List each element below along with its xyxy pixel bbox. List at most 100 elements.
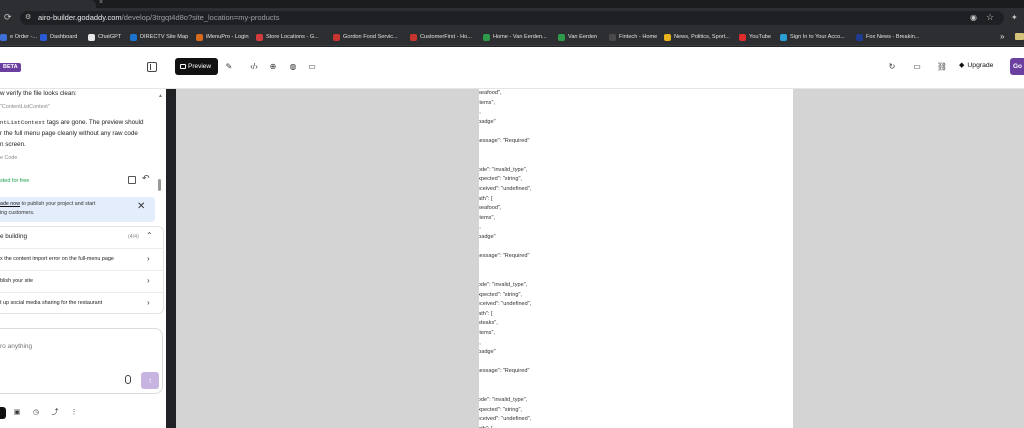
chevron-right-icon: › bbox=[147, 254, 150, 263]
bookmark-item[interactable]: e Order -... bbox=[0, 32, 37, 42]
bookmark-item[interactable]: Van Eerden bbox=[558, 32, 597, 42]
bookmark-item[interactable]: Sign In to Your Acco... bbox=[780, 32, 845, 42]
json-line: "received": "undefined", bbox=[479, 416, 532, 423]
palette-icon[interactable]: ◍ bbox=[287, 61, 299, 73]
gordon-icon bbox=[333, 33, 340, 41]
suggestion-label: blish your site bbox=[0, 278, 33, 284]
bookmark-item[interactable]: Dashboard bbox=[40, 32, 77, 42]
json-line: "badge" bbox=[479, 234, 496, 240]
close-tab-icon[interactable]: × bbox=[99, 0, 103, 6]
bookmark-item[interactable]: CustomerFirst - Ho... bbox=[410, 32, 472, 42]
link-icon[interactable]: ⛓ bbox=[936, 61, 948, 73]
news-icon bbox=[664, 33, 671, 41]
edit-pencil-icon[interactable]: ✎ bbox=[223, 61, 235, 73]
extensions-icon[interactable]: ✦ bbox=[1011, 13, 1018, 22]
json-line: "seafood", bbox=[479, 90, 502, 96]
upgrade-banner: ade now to publish your project and star… bbox=[0, 197, 155, 222]
go-button[interactable]: Go bbox=[1010, 58, 1024, 75]
json-line: "code": "invalid_type", bbox=[479, 166, 528, 173]
json-line: "expected": "string", bbox=[479, 291, 522, 298]
chatgpt-icon bbox=[88, 33, 95, 41]
inline-code: ntListContext bbox=[0, 119, 46, 126]
preview-canvas: "seafood", "items", 4, "badge"],"message… bbox=[176, 89, 1024, 428]
copy-icon[interactable] bbox=[128, 176, 136, 184]
bookmark-item[interactable]: News, Politics, Sport... bbox=[664, 32, 730, 42]
json-line: "steaks", bbox=[479, 320, 498, 327]
suggestion-item[interactable]: x the content import error on the full-m… bbox=[0, 248, 164, 270]
omnibox[interactable]: ⚙ airo-builder.godaddy.com/develop/3trgq… bbox=[20, 11, 1004, 25]
json-line: "badge" bbox=[479, 349, 496, 356]
history-icon[interactable]: ◷ bbox=[30, 407, 42, 419]
bookmark-item[interactable]: Fintech - Home bbox=[609, 32, 657, 42]
bookmark-item[interactable]: Gordon Food Servic... bbox=[333, 32, 398, 42]
globe-icon[interactable]: ⊕ bbox=[267, 61, 279, 73]
bookmark-label: Dashboard bbox=[50, 34, 78, 40]
assistant-message-line: r the full menu page cleanly without any… bbox=[0, 130, 138, 137]
bookmark-item[interactable]: ChatGPT bbox=[88, 32, 121, 42]
bookmark-item[interactable]: iMenuPro - Login bbox=[196, 32, 249, 42]
device-desktop-icon[interactable]: ▭ bbox=[911, 61, 923, 73]
vaneerden2-icon bbox=[558, 33, 565, 41]
bookmark-item[interactable]: Store Locations - G... bbox=[256, 32, 319, 42]
bookmarks-bar: e Order -... Dashboard ChatGPT DIRECTV Site… bbox=[0, 28, 1024, 46]
upgrade-link[interactable]: ade now bbox=[0, 201, 20, 207]
refresh-icon[interactable]: ↻ bbox=[886, 61, 898, 73]
browser-tab[interactable] bbox=[0, 0, 96, 8]
chevron-up-icon[interactable]: ⌃ bbox=[146, 231, 153, 240]
suggestions-count: (4/4) bbox=[128, 234, 139, 240]
chevron-right-icon: › bbox=[147, 276, 150, 285]
panel-toggle-icon[interactable] bbox=[147, 62, 157, 72]
message-text: tags are gone. The preview should bbox=[45, 119, 144, 126]
microphone-icon[interactable] bbox=[125, 375, 131, 384]
suggestion-item[interactable]: t up social media sharing for the restau… bbox=[0, 292, 164, 314]
signin-icon bbox=[780, 33, 787, 41]
bookmark-item[interactable]: Fox News - Breakin... bbox=[856, 32, 919, 42]
attach-indicator[interactable] bbox=[0, 407, 6, 419]
code-icon[interactable]: ‹/› bbox=[248, 61, 260, 73]
bookmark-label: Store Locations - G... bbox=[266, 34, 319, 40]
comment-icon[interactable]: ▭ bbox=[306, 61, 318, 73]
suggestion-label: t up social media sharing for the restau… bbox=[0, 300, 103, 306]
banner-text: ade now to publish your project and star… bbox=[0, 201, 95, 207]
json-line: "badge" bbox=[479, 118, 496, 125]
app-header: BETA Preview ✎ ‹/› ⊕ ◍ ▭ ↻ ▭ ⛓ ◆ Upgrade … bbox=[0, 47, 1024, 89]
preview-button[interactable]: Preview bbox=[175, 58, 218, 75]
more-bookmarks-icon[interactable]: » bbox=[1000, 32, 1004, 41]
json-line: "path": [ bbox=[479, 195, 493, 202]
youtube-icon bbox=[739, 33, 746, 41]
bookmark-item[interactable]: DIRECTV Site Map bbox=[130, 32, 188, 42]
address-bar: ⟳ ⚙ airo-builder.godaddy.com/develop/3tr… bbox=[0, 8, 1024, 28]
bookmark-label: CustomerFirst - Ho... bbox=[420, 34, 472, 40]
json-line: "code": "invalid_type", bbox=[479, 397, 528, 404]
json-line: "expected": "string", bbox=[479, 406, 522, 413]
url-text[interactable]: airo-builder.godaddy.com/develop/3trgqt4… bbox=[38, 13, 279, 23]
analytics-icon[interactable]: ⤴ bbox=[49, 407, 61, 419]
chat-input[interactable] bbox=[0, 343, 120, 350]
image-icon[interactable]: ▣ bbox=[11, 407, 23, 419]
json-line: 1, bbox=[479, 340, 481, 347]
preview-label: Preview bbox=[188, 63, 212, 70]
bookmark-label: Gordon Food Servic... bbox=[343, 34, 398, 40]
undo-icon[interactable]: ↶ bbox=[142, 174, 150, 183]
reload-icon[interactable]: ⟳ bbox=[4, 13, 12, 22]
bookmark-star-icon[interactable]: ☆ bbox=[986, 12, 994, 23]
scrollbar-thumb[interactable] bbox=[158, 179, 161, 191]
json-line: 5, bbox=[479, 224, 481, 231]
assistant-message-line: ntListContext tags are gone. The preview… bbox=[0, 118, 143, 127]
close-icon[interactable]: ✕ bbox=[137, 202, 145, 212]
bookmark-label: YouTube bbox=[749, 34, 771, 40]
send-button[interactable]: ↑ bbox=[141, 372, 159, 389]
customerfirst-icon bbox=[410, 33, 417, 41]
view-code-link[interactable]: e Code bbox=[0, 154, 17, 163]
more-options-icon[interactable]: ⋮ bbox=[68, 407, 80, 419]
bookmark-item[interactable]: Home - Van Eerden... bbox=[483, 32, 547, 42]
scroll-up-icon[interactable]: ▲ bbox=[158, 93, 163, 99]
directv-icon bbox=[130, 33, 137, 41]
bookmark-item[interactable]: YouTube bbox=[739, 32, 771, 42]
order-icon bbox=[0, 33, 7, 41]
upgrade-button[interactable]: ◆ Upgrade bbox=[959, 59, 993, 73]
site-info-icon[interactable]: ⚙ bbox=[25, 14, 33, 22]
suggestion-item[interactable]: blish your site › bbox=[0, 270, 164, 292]
bookmarks-folder-icon[interactable] bbox=[1015, 33, 1024, 40]
eye-off-icon[interactable]: ◉ bbox=[970, 13, 977, 23]
